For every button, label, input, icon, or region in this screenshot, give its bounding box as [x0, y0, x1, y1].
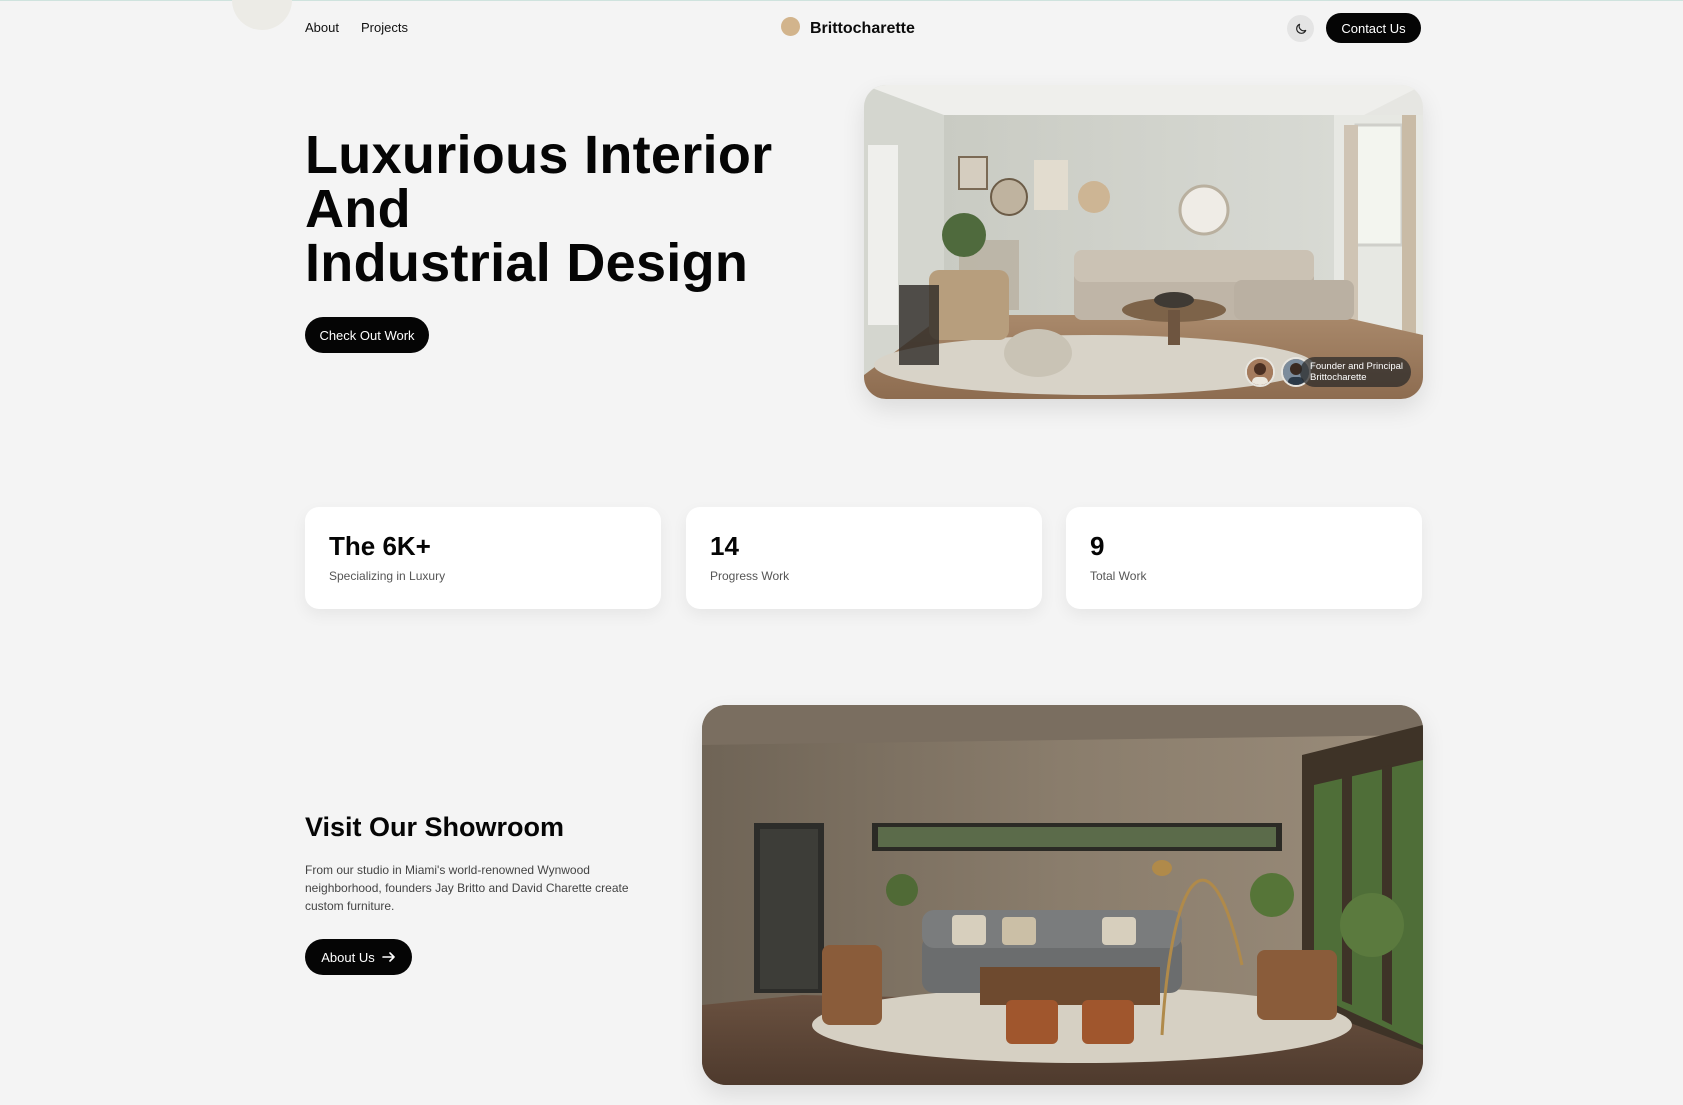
about-us-label: About Us: [321, 949, 375, 965]
logo-icon: [781, 17, 800, 36]
hero-title-line-3: Industrial Design: [305, 233, 749, 293]
stat-card-luxury: The 6K+ Specializing in Luxury: [305, 507, 661, 609]
showroom-description: From our studio in Miami's world-renowne…: [305, 863, 629, 913]
decorative-circle: [232, 0, 292, 30]
arrow-right-icon: [381, 952, 395, 962]
moon-icon: [1295, 23, 1306, 34]
brand-name[interactable]: Brittocharette: [810, 20, 915, 38]
stat-value: 14: [710, 531, 739, 561]
showroom-image: [702, 705, 1423, 1085]
about-us-button[interactable]: About Us: [305, 939, 412, 975]
founder-company: Brittocharette: [1310, 372, 1367, 383]
founder-title: Founder and Principal: [1310, 361, 1403, 372]
stat-card-total: 9 Total Work: [1066, 507, 1422, 609]
contact-us-button[interactable]: Contact Us: [1326, 13, 1421, 43]
stat-label: Progress Work: [710, 569, 790, 583]
check-out-work-button[interactable]: Check Out Work: [305, 317, 429, 353]
nav-about-link[interactable]: About: [305, 20, 339, 35]
hero-title-line-2: And: [305, 179, 411, 239]
stat-label: Total Work: [1090, 569, 1147, 583]
founder-avatar-1[interactable]: [1245, 357, 1275, 387]
theme-toggle-button[interactable]: [1287, 15, 1314, 42]
hero-living-room-image: Founder and Principal Brittocharette: [864, 85, 1423, 399]
hero-title-line-1: Luxurious Interior: [305, 125, 773, 185]
founder-badge: Founder and Principal Brittocharette: [1300, 357, 1411, 387]
stat-value: 9: [1090, 531, 1105, 561]
stat-value: The 6K+: [329, 531, 431, 561]
stat-label: Specializing in Luxury: [329, 569, 446, 583]
hero-title: Luxurious Interior And Industrial Design: [305, 128, 772, 290]
stat-card-progress: 14 Progress Work: [686, 507, 1042, 609]
showroom-title: Visit Our Showroom: [305, 812, 565, 842]
nav-projects-link[interactable]: Projects: [361, 20, 408, 35]
